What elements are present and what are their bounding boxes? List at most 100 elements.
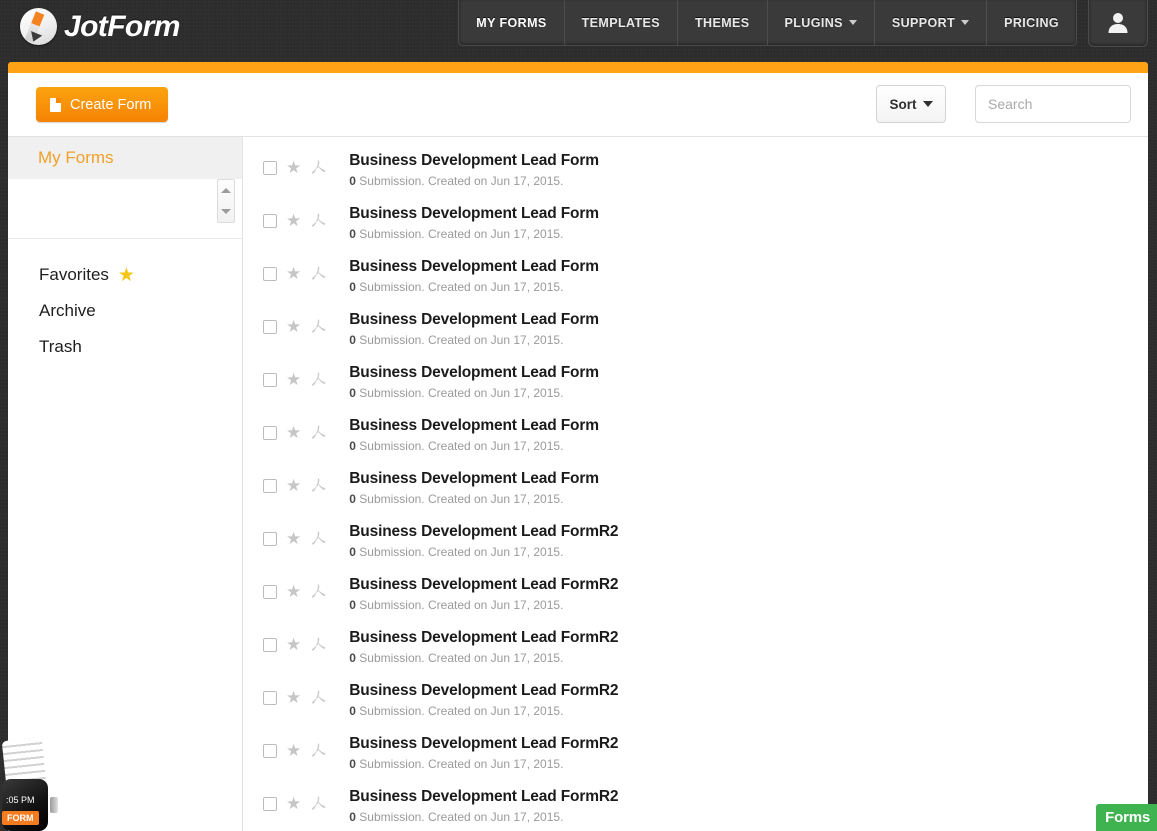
sort-button[interactable]: Sort — [876, 85, 946, 123]
apple-watch-promo[interactable]: :05 PM FORM — [0, 735, 62, 831]
form-row-controls: ★ — [263, 358, 327, 388]
chevron-down-icon — [922, 101, 933, 107]
forms-badge[interactable]: Forms — [1096, 804, 1157, 831]
nav-item-plugins[interactable]: PLUGINS — [768, 0, 875, 45]
jotform-logo[interactable]: JotForm — [20, 8, 180, 45]
form-title: Business Development Lead Form — [349, 311, 599, 328]
submission-meta-text: Submission. Created on Jun 17, 2015. — [359, 174, 564, 188]
checkbox-icon[interactable] — [263, 584, 277, 599]
folder-scroll-spinner[interactable] — [217, 179, 235, 223]
pdf-acrobat-icon[interactable] — [310, 371, 327, 388]
star-outline-icon[interactable]: ★ — [286, 265, 301, 282]
submission-count: 0 — [349, 333, 356, 347]
checkbox-icon[interactable] — [263, 266, 277, 281]
form-list-item[interactable]: ★ Business Development Lead Form 0 Submiss… — [244, 411, 1148, 464]
checkbox-icon[interactable] — [263, 425, 277, 440]
nav-item-label: TEMPLATES — [581, 15, 660, 30]
checkbox-icon[interactable] — [263, 796, 277, 811]
star-outline-icon[interactable]: ★ — [286, 583, 301, 600]
pdf-acrobat-icon[interactable] — [310, 795, 327, 812]
form-list-item[interactable]: ★ Business Development Lead Form 0 Submiss… — [244, 252, 1148, 305]
form-row-controls: ★ — [263, 676, 327, 706]
form-list-item[interactable]: ★ Business Development Lead FormR2 0 Submi… — [244, 517, 1148, 570]
star-outline-icon[interactable]: ★ — [286, 318, 301, 335]
star-outline-icon[interactable]: ★ — [286, 530, 301, 547]
form-list-item[interactable]: ★ Business Development Lead FormR2 0 Submi… — [244, 676, 1148, 729]
form-row-text: Business Development Lead FormR2 0 Submis… — [327, 570, 618, 612]
form-list-item[interactable]: ★ Business Development Lead Form 0 Submiss… — [244, 199, 1148, 252]
pdf-acrobat-icon[interactable] — [310, 530, 327, 547]
checkbox-icon[interactable] — [263, 160, 277, 175]
form-meta: 0 Submission. Created on Jun 17, 2015. — [349, 700, 618, 718]
checkbox-icon[interactable] — [263, 637, 277, 652]
submission-meta-text: Submission. Created on Jun 17, 2015. — [359, 386, 564, 400]
submission-meta-text: Submission. Created on Jun 17, 2015. — [359, 439, 564, 453]
form-list-item[interactable]: ★ Business Development Lead FormR2 0 Submi… — [244, 570, 1148, 623]
triangle-down-icon[interactable] — [221, 209, 231, 214]
user-account-button[interactable] — [1088, 0, 1148, 47]
star-outline-icon[interactable]: ★ — [286, 159, 301, 176]
watch-body: :05 PM FORM — [2, 779, 48, 831]
nav-item-pricing[interactable]: PRICING — [987, 0, 1076, 45]
checkbox-icon[interactable] — [263, 531, 277, 546]
nav-item-my-forms[interactable]: MY FORMS — [459, 0, 565, 45]
sidebar-item-favorites[interactable]: Favorites ★ — [8, 257, 242, 293]
submission-count: 0 — [349, 545, 356, 559]
sidebar-item-label: Trash — [39, 337, 82, 356]
form-list-item[interactable]: ★ Business Development Lead Form 0 Submiss… — [244, 146, 1148, 199]
form-title: Business Development Lead Form — [349, 470, 599, 487]
star-outline-icon[interactable]: ★ — [286, 742, 301, 759]
watch-time-label: :05 PM — [6, 795, 35, 805]
create-form-button[interactable]: Create Form — [36, 87, 169, 122]
checkbox-icon[interactable] — [263, 372, 277, 387]
form-row-controls: ★ — [263, 623, 327, 653]
checkbox-icon[interactable] — [263, 478, 277, 493]
star-outline-icon[interactable]: ★ — [286, 212, 301, 229]
pdf-acrobat-icon[interactable] — [310, 424, 327, 441]
star-outline-icon[interactable]: ★ — [286, 795, 301, 812]
nav-item-support[interactable]: SUPPORT — [875, 0, 988, 45]
form-row-text: Business Development Lead FormR2 0 Submis… — [327, 623, 618, 665]
checkbox-icon[interactable] — [263, 319, 277, 334]
submission-meta-text: Submission. Created on Jun 17, 2015. — [359, 227, 564, 241]
triangle-up-icon[interactable] — [221, 188, 231, 193]
pdf-acrobat-icon[interactable] — [310, 583, 327, 600]
checkbox-icon[interactable] — [263, 213, 277, 228]
pdf-acrobat-icon[interactable] — [310, 159, 327, 176]
form-list-item[interactable]: ★ Business Development Lead FormR2 0 Submi… — [244, 782, 1148, 831]
form-list-item[interactable]: ★ Business Development Lead Form 0 Submiss… — [244, 464, 1148, 517]
form-meta: 0 Submission. Created on Jun 17, 2015. — [349, 223, 599, 241]
form-row-controls: ★ — [263, 570, 327, 600]
form-meta: 0 Submission. Created on Jun 17, 2015. — [349, 541, 618, 559]
pdf-acrobat-icon[interactable] — [310, 318, 327, 335]
pdf-acrobat-icon[interactable] — [310, 212, 327, 229]
watch-crown — [50, 797, 58, 813]
pdf-acrobat-icon[interactable] — [310, 636, 327, 653]
nav-item-themes[interactable]: THEMES — [678, 0, 768, 45]
form-meta: 0 Submission. Created on Jun 17, 2015. — [349, 488, 599, 506]
pdf-acrobat-icon[interactable] — [310, 265, 327, 282]
star-outline-icon[interactable]: ★ — [286, 477, 301, 494]
nav-item-templates[interactable]: TEMPLATES — [565, 0, 678, 45]
pdf-acrobat-icon[interactable] — [310, 689, 327, 706]
sidebar-item-my-forms[interactable]: My Forms — [8, 137, 242, 179]
form-list-item[interactable]: ★ Business Development Lead Form 0 Submiss… — [244, 305, 1148, 358]
chevron-down-icon — [961, 20, 970, 25]
form-list-item[interactable]: ★ Business Development Lead FormR2 0 Submi… — [244, 729, 1148, 782]
form-row-controls: ★ — [263, 517, 327, 547]
star-outline-icon[interactable]: ★ — [286, 689, 301, 706]
search-input[interactable] — [975, 85, 1131, 123]
submission-meta-text: Submission. Created on Jun 17, 2015. — [359, 810, 564, 824]
sidebar-item-archive[interactable]: Archive — [8, 293, 242, 329]
sidebar-item-trash[interactable]: Trash — [8, 329, 242, 365]
sidebar-item-label: Archive — [39, 301, 96, 320]
pdf-acrobat-icon[interactable] — [310, 477, 327, 494]
star-outline-icon[interactable]: ★ — [286, 636, 301, 653]
checkbox-icon[interactable] — [263, 690, 277, 705]
form-list-item[interactable]: ★ Business Development Lead Form 0 Submiss… — [244, 358, 1148, 411]
pdf-acrobat-icon[interactable] — [310, 742, 327, 759]
form-list-item[interactable]: ★ Business Development Lead FormR2 0 Submi… — [244, 623, 1148, 676]
checkbox-icon[interactable] — [263, 743, 277, 758]
star-outline-icon[interactable]: ★ — [286, 371, 301, 388]
star-outline-icon[interactable]: ★ — [286, 424, 301, 441]
